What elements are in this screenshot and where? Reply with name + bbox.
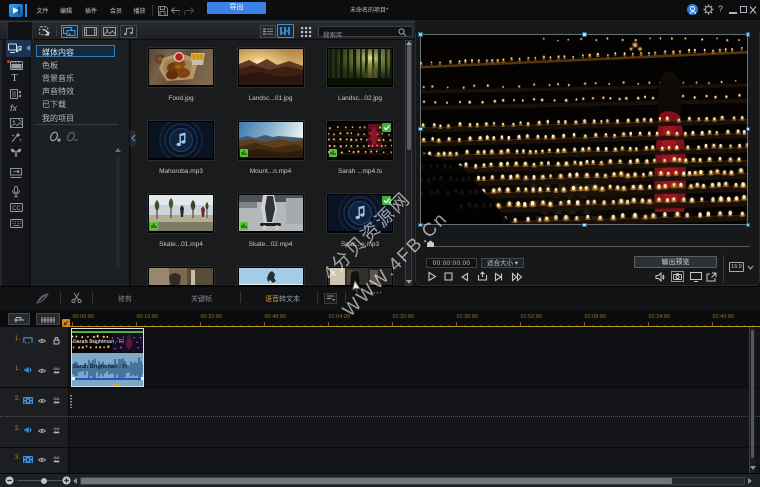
svg-text:CC: CC: [12, 206, 21, 212]
